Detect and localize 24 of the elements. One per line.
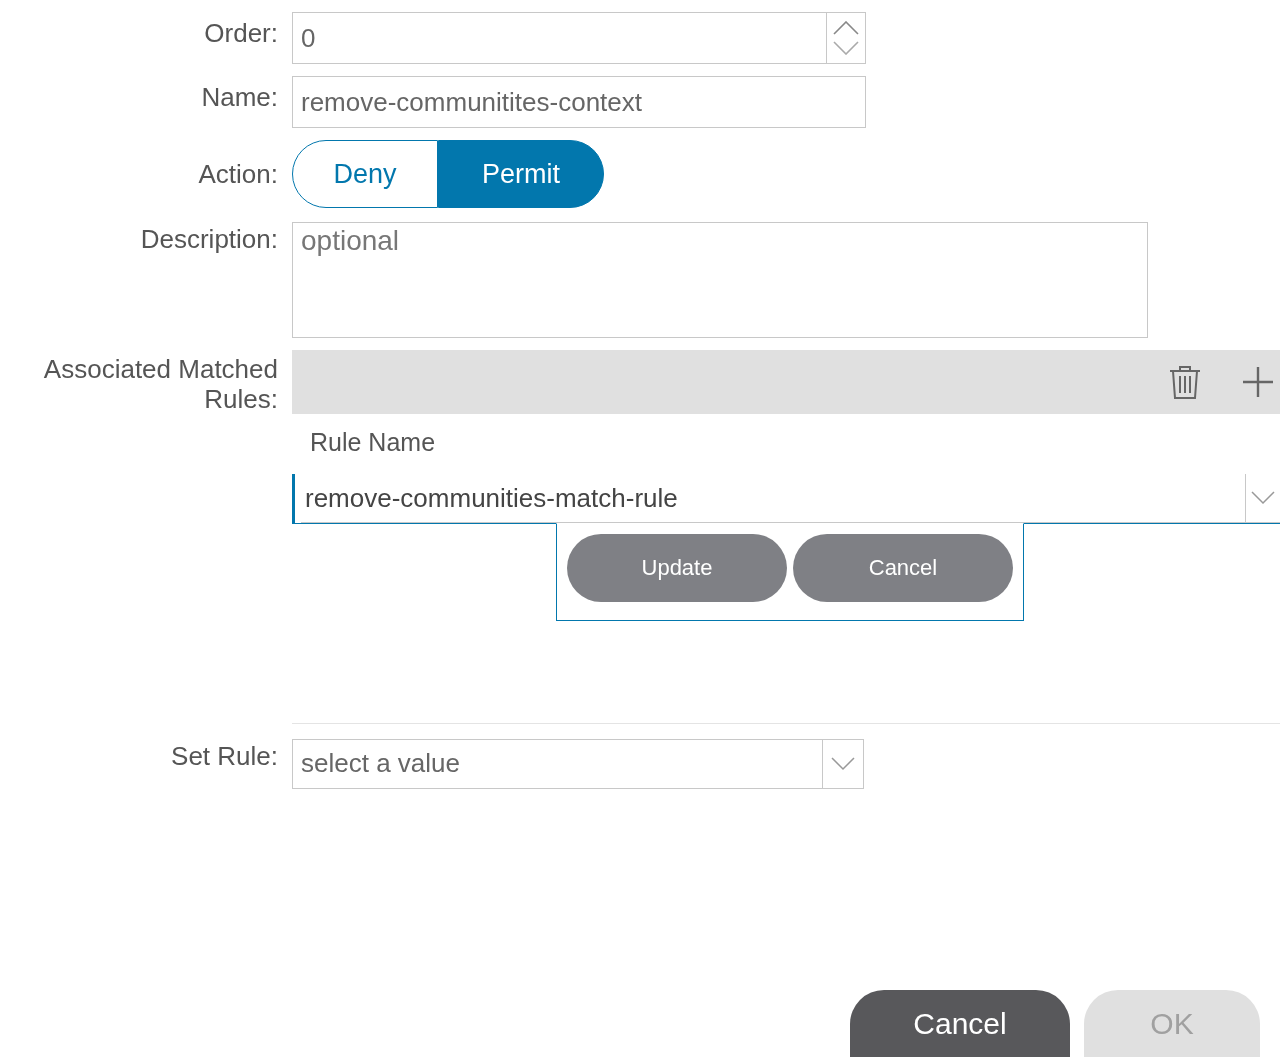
rule-select[interactable]: remove-communities-match-rule [301,474,1245,522]
name-field[interactable]: remove-communitites-context [292,76,866,128]
column-header: Rule Name [310,427,436,457]
action-option[interactable]: Deny [292,140,438,208]
field-label: Action: [197,158,278,190]
spinner[interactable] [826,12,866,64]
field-label: Name: [200,81,278,113]
field-label: Description: [139,223,278,255]
field-label: Associated Matched Rules: [42,353,278,414]
field-label: Order: [203,17,278,49]
description-field[interactable]: optional [292,222,1148,338]
action-option[interactable]: Permit [438,140,604,208]
row-action-button[interactable]: Cancel [793,533,1013,602]
spin-up-icon[interactable] [833,21,859,35]
chevron-down-icon[interactable] [1251,491,1275,505]
number-field[interactable]: 0 [292,12,826,64]
set-rule-select[interactable]: select a value [292,738,822,789]
dialog-button[interactable]: Cancel [850,990,1070,1057]
chevron-down-icon[interactable] [831,756,855,771]
add-icon[interactable] [1242,366,1274,398]
spin-down-icon[interactable] [833,41,859,55]
trash-icon[interactable] [1168,364,1202,400]
row-action-button[interactable]: Update [567,533,787,602]
field-label: Set Rule: [170,739,278,772]
